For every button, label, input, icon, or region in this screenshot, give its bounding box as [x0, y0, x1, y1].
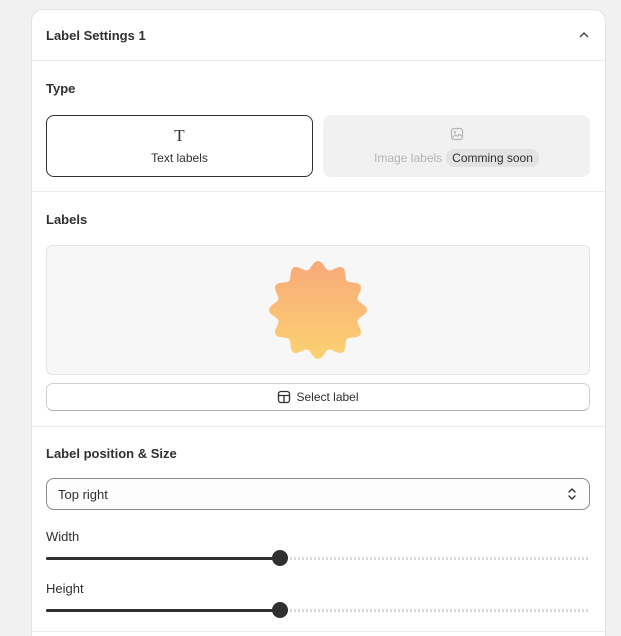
panel-title: Label Settings 1: [46, 27, 146, 43]
select-label-text: Select label: [296, 390, 359, 404]
height-slider-thumb[interactable]: [272, 602, 288, 618]
labels-section-title: Labels: [46, 212, 88, 227]
height-slider-fill: [46, 609, 280, 612]
image-labels-row: Image labels Comming soon: [374, 148, 539, 167]
type-section-title: Type: [46, 81, 76, 96]
coming-soon-badge: Comming soon: [446, 148, 539, 167]
chevron-up-icon[interactable]: [577, 28, 591, 42]
image-labels-label: Image labels: [374, 150, 443, 165]
position-size-section: Label position & Size Top right Width He…: [32, 427, 605, 632]
chevron-up-down-icon: [566, 487, 578, 501]
width-slider-thumb[interactable]: [272, 550, 288, 566]
position-section-title: Label position & Size: [46, 446, 177, 461]
labels-section: Labels Select label: [32, 192, 605, 427]
type-options: T Text labels Image labels Comming soon: [46, 115, 591, 177]
type-section: Type T Text labels Image labels Comming …: [32, 61, 605, 192]
image-labels-option: Image labels Comming soon: [323, 115, 590, 177]
select-label-button[interactable]: Select label: [46, 383, 590, 411]
layout-icon: [277, 390, 291, 404]
panel-header[interactable]: Label Settings 1: [32, 10, 605, 61]
height-slider[interactable]: [46, 602, 590, 618]
label-preview: [46, 245, 590, 375]
text-labels-label: Text labels: [151, 150, 208, 165]
position-select[interactable]: Top right: [46, 478, 590, 510]
width-slider-fill: [46, 557, 280, 560]
label-settings-panel: Label Settings 1 Type T Text labels Imag…: [31, 9, 606, 636]
width-slider[interactable]: [46, 550, 590, 566]
height-label: Height: [46, 581, 84, 596]
wavy-badge-preview: [269, 261, 367, 359]
text-labels-option[interactable]: T Text labels: [46, 115, 313, 177]
image-icon: [450, 126, 464, 142]
text-type-icon: T: [174, 125, 185, 145]
position-select-value: Top right: [58, 486, 108, 502]
width-label: Width: [46, 529, 80, 544]
